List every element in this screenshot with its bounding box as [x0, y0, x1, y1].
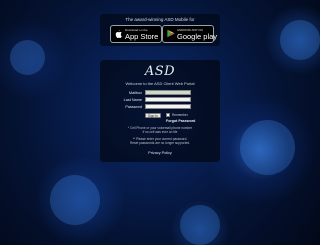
mailbox-label: Mailbox	[128, 90, 142, 95]
remember-label: Remember	[172, 113, 188, 117]
google-play-badge[interactable]: ANDROID APP ON Google play	[162, 25, 218, 43]
last-name-input[interactable]	[145, 97, 191, 102]
asd-logo: ASD	[144, 64, 176, 79]
remember-checkbox[interactable]	[166, 113, 170, 117]
mailbox-input[interactable]	[145, 90, 191, 95]
app-store-badge[interactable]: Download on the App Store	[110, 25, 162, 43]
password-input[interactable]	[145, 104, 191, 109]
mobile-app-panel: The award-winning ASD Mobile for Downloa…	[100, 14, 220, 46]
bokeh-light	[50, 175, 100, 225]
app-tagline: The award-winning ASD Mobile for	[125, 17, 195, 22]
bokeh-light	[280, 20, 320, 60]
bokeh-light	[180, 205, 220, 245]
bokeh-light	[240, 120, 295, 175]
notice-line: if no cell was ever on file	[142, 130, 178, 134]
app-store-big-text: App Store	[125, 32, 159, 41]
bokeh-light	[10, 40, 45, 75]
sign-in-button[interactable]: Sign In	[145, 112, 161, 118]
google-play-big-text: Google play	[177, 32, 218, 41]
privacy-policy-link[interactable]: Privacy Policy	[100, 151, 220, 155]
password-notice: ** Please enter your current password. R…	[100, 137, 220, 145]
notice-line: Reset passwords are no longer supported.	[129, 141, 191, 145]
login-panel: ASD Welcome to the ASD Client Web Portal…	[100, 60, 220, 162]
google-play-icon	[167, 29, 175, 38]
cell-phone-notice: * Cell Phone or your voicemail phone num…	[100, 126, 220, 134]
apple-icon	[115, 30, 122, 38]
last-name-row: Last Name	[100, 97, 220, 103]
welcome-text: Welcome to the ASD Client Web Portal	[125, 81, 195, 86]
password-row: Password	[100, 104, 220, 110]
mailbox-row: Mailbox	[100, 90, 220, 96]
last-name-label: Last Name	[123, 97, 142, 102]
forgot-password-link[interactable]: Forgot Password	[166, 119, 195, 123]
password-label: Password	[125, 104, 142, 109]
